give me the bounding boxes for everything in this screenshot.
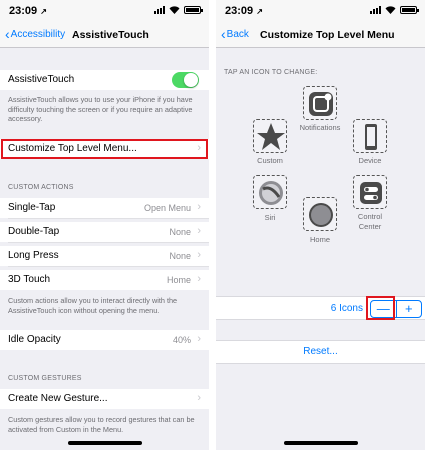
home-tile[interactable] (303, 197, 337, 231)
idle-opacity-label: Idle Opacity (8, 334, 61, 345)
battery-icon (184, 6, 203, 14)
custom-gestures-header: CUSTOM GESTURES (8, 375, 82, 382)
assistivetouch-screen: 23:09 ↗ ‹ Accessibility AssistiveTouch A… (0, 0, 209, 450)
action-label: Single-Tap (8, 202, 56, 213)
action-label: 3D Touch (8, 274, 51, 285)
page-title: Customize Top Level Menu (260, 29, 395, 41)
device-icon (365, 124, 377, 150)
chevron-right-icon: › (197, 201, 201, 213)
clock: 23:09 (225, 5, 254, 17)
assistivetouch-footer: AssistiveTouch allows you to use your iP… (8, 95, 193, 123)
idle-opacity-value: 40% (172, 335, 191, 345)
create-gesture-label: Create New Gesture... (8, 393, 108, 404)
chevron-left-icon: ‹ (221, 26, 226, 42)
highlight-box (366, 296, 395, 320)
action-row-3d-touch[interactable]: 3D Touch Home › (0, 270, 209, 290)
action-label: Double-Tap (8, 226, 60, 237)
back-label: Back (226, 28, 249, 40)
control-center-icon (360, 182, 382, 204)
chevron-right-icon: › (197, 333, 201, 345)
back-button[interactable]: ‹ Accessibility (5, 27, 65, 41)
control-center-label-1: Control (357, 212, 383, 221)
divider (8, 218, 209, 219)
customize-menu-screen: 23:09 ↗ ‹ Back Customize Top Level Menu … (216, 0, 425, 450)
tap-icon-header: TAP AN ICON TO CHANGE: (224, 69, 318, 76)
custom-actions-footer: Custom actions allow you to interact dir… (8, 296, 178, 315)
action-value: Home (166, 275, 191, 285)
assistivetouch-row: AssistiveTouch (0, 70, 209, 90)
action-row-double-tap[interactable]: Double-Tap None › (0, 222, 209, 242)
reset-row[interactable]: Reset... (216, 340, 425, 364)
chevron-right-icon: › (197, 273, 201, 285)
chevron-left-icon: ‹ (5, 26, 10, 42)
custom-label: Custom (257, 156, 283, 165)
page-title: AssistiveTouch (72, 29, 149, 41)
action-value: None (169, 227, 191, 237)
battery-icon (400, 6, 419, 14)
chevron-right-icon: › (197, 249, 201, 261)
custom-tile[interactable] (253, 119, 287, 153)
idle-opacity-row[interactable]: Idle Opacity 40% › (0, 330, 209, 350)
location-icon: ↗ (40, 7, 47, 16)
control-center-tile[interactable] (353, 175, 387, 209)
reset-button[interactable]: Reset... (303, 346, 337, 357)
back-label: Accessibility (10, 28, 66, 40)
notifications-icon (309, 92, 333, 116)
custom-gestures-footer: Custom gestures allow you to record gest… (8, 415, 195, 434)
signal-icon (370, 6, 381, 14)
location-icon: ↗ (256, 7, 263, 16)
action-row-long-press[interactable]: Long Press None › (0, 246, 209, 266)
notifications-tile[interactable] (303, 86, 337, 120)
clock: 23:09 (9, 5, 38, 17)
assistivetouch-toggle[interactable] (172, 72, 199, 88)
back-button[interactable]: ‹ Back (221, 27, 249, 41)
home-indicator (284, 441, 358, 445)
navigation-bar: ‹ Accessibility AssistiveTouch (0, 22, 209, 48)
device-tile[interactable] (353, 119, 387, 153)
action-row-single-tap[interactable]: Single-Tap Open Menu › (0, 198, 209, 218)
status-bar: 23:09 ↗ (0, 0, 209, 22)
wifi-icon (169, 6, 180, 14)
increment-button[interactable]: + (395, 301, 422, 317)
siri-tile[interactable] (253, 175, 287, 209)
highlight-box (1, 139, 208, 159)
status-bar: 23:09 ↗ (216, 0, 425, 22)
control-center-label-2: Center (358, 222, 382, 231)
chevron-right-icon: › (197, 225, 201, 237)
home-indicator (68, 441, 142, 445)
chevron-right-icon: › (197, 392, 201, 404)
wifi-icon (385, 6, 396, 14)
create-gesture-row[interactable]: Create New Gesture... › (0, 389, 209, 409)
device-label: Device (358, 156, 382, 165)
home-label: Home (309, 235, 330, 244)
siri-icon (259, 181, 283, 205)
custom-actions-header: CUSTOM ACTIONS (8, 184, 74, 191)
action-value: None (169, 251, 191, 261)
star-icon (257, 123, 285, 150)
assistivetouch-label: AssistiveTouch (8, 74, 75, 85)
signal-icon (154, 6, 165, 14)
action-value: Open Menu (143, 203, 191, 213)
home-icon (309, 203, 333, 227)
divider (8, 242, 209, 243)
icon-count: 6 Icons (330, 303, 363, 314)
action-label: Long Press (8, 250, 59, 261)
navigation-bar: ‹ Back Customize Top Level Menu (216, 22, 425, 48)
siri-label: Siri (264, 213, 276, 222)
notifications-label: Notifications (299, 123, 341, 132)
divider (8, 266, 209, 267)
